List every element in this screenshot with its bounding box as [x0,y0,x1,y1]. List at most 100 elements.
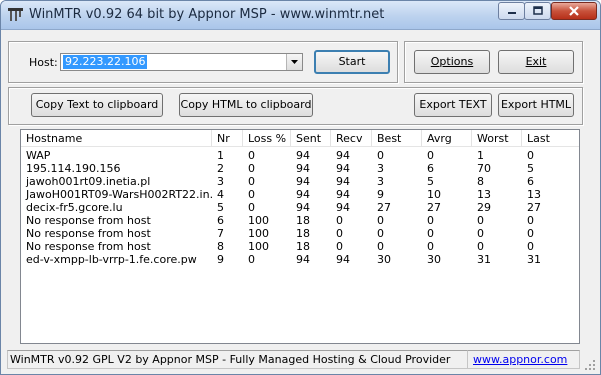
cell-recv: 94 [336,188,350,201]
cell-best: 30 [377,253,391,266]
cell-worst: 31 [477,253,491,266]
cell-recv: 0 [336,214,343,227]
maximize-icon [532,6,543,15]
cell-avrg: 30 [427,253,441,266]
column-header-nr[interactable]: Nr [212,130,243,147]
cell-recv: 94 [336,175,350,188]
cell-worst: 1 [477,149,484,162]
start-button[interactable]: Start [314,50,390,74]
cell-last: 27 [527,201,541,214]
cell-worst: 29 [477,201,491,214]
cell-avrg: 0 [427,240,434,253]
options-label: Options [430,55,474,68]
website-link[interactable]: www.appnor.com [467,350,580,369]
minimize-button[interactable] [498,2,525,20]
cell-hostname: No response from host [26,214,151,227]
cell-recv: 94 [336,253,350,266]
cell-worst: 70 [477,162,491,175]
cell-sent: 94 [296,253,310,266]
cell-nr: 7 [217,227,224,240]
cell-avrg: 6 [427,162,434,175]
cell-last: 31 [527,253,541,266]
cell-last: 0 [527,240,534,253]
cell-loss: 100 [248,214,269,227]
close-icon [569,6,579,16]
cell-nr: 8 [217,240,224,253]
column-header-worst[interactable]: Worst [472,130,522,147]
cell-sent: 94 [296,188,310,201]
cell-best: 0 [377,149,384,162]
cell-avrg: 0 [427,214,434,227]
cell-worst: 8 [477,175,484,188]
cell-hostname: WAP [26,149,51,162]
cell-nr: 4 [217,188,224,201]
resize-grip-icon[interactable] [584,359,596,371]
column-header-recv[interactable]: Recv [331,130,372,147]
column-header-avrg[interactable]: Avrg [422,130,472,147]
minimize-icon [507,12,516,14]
cell-best: 9 [377,188,384,201]
cell-avrg: 5 [427,175,434,188]
status-text: WinMTR v0.92 GPL V2 by Appnor MSP - Full… [7,350,468,369]
cell-loss: 0 [248,149,255,162]
cell-nr: 5 [217,201,224,214]
cell-hostname: No response from host [26,227,151,240]
cell-loss: 100 [248,227,269,240]
cell-sent: 94 [296,162,310,175]
cell-nr: 9 [217,253,224,266]
cell-last: 13 [527,188,541,201]
host-input-value[interactable]: 92.223.22.106 [63,55,148,69]
cell-last: 6 [527,175,534,188]
cell-recv: 94 [336,162,350,175]
cell-avrg: 10 [427,188,441,201]
cell-loss: 100 [248,240,269,253]
cell-best: 3 [377,162,384,175]
column-header-best[interactable]: Best [372,130,422,147]
cell-avrg: 27 [427,201,441,214]
cell-last: 0 [527,149,534,162]
cell-worst: 0 [477,227,484,240]
dropdown-button[interactable] [286,54,302,70]
export-html-button[interactable]: Export HTML [498,93,574,117]
host-combobox[interactable]: 92.223.22.106 [60,53,303,71]
cell-hostname: 195.114.190.156 [26,162,121,175]
cell-loss: 0 [248,162,255,175]
cell-hostname: No response from host [26,240,151,253]
cell-recv: 94 [336,201,350,214]
cell-best: 0 [377,227,384,240]
exit-button[interactable]: Exit [498,50,574,74]
cell-loss: 0 [248,188,255,201]
chevron-down-icon [291,60,298,64]
cell-loss: 0 [248,175,255,188]
cell-sent: 18 [296,240,310,253]
cell-recv: 0 [336,227,343,240]
cell-avrg: 0 [427,149,434,162]
title-bar[interactable]: WinMTR v0.92 64 bit by Appnor MSP - www.… [1,1,600,30]
close-button[interactable] [551,2,597,20]
cell-nr: 2 [217,162,224,175]
cell-recv: 94 [336,149,350,162]
cell-best: 0 [377,214,384,227]
cell-hostname: decix-fr5.gcore.lu [26,201,123,214]
column-header-sent[interactable]: Sent [291,130,331,147]
cell-worst: 0 [477,240,484,253]
cell-sent: 18 [296,227,310,240]
cell-best: 27 [377,201,391,214]
cell-sent: 18 [296,214,310,227]
copy-html-button[interactable]: Copy HTML to clipboard [179,93,313,117]
winmtr-window: WinMTR v0.92 64 bit by Appnor MSP - www.… [0,0,601,375]
copy-text-button[interactable]: Copy Text to clipboard [31,93,163,117]
cell-loss: 0 [248,253,255,266]
cell-hostname: JawoH001RT09-WarsH002RT22.in... [26,188,212,201]
cell-nr: 1 [217,149,224,162]
cell-loss: 0 [248,201,255,214]
column-header-hostname[interactable]: Hostname [21,130,212,147]
results-table[interactable]: Hostname Nr Loss % Sent Recv Best Avrg W… [20,129,580,344]
cell-best: 3 [377,175,384,188]
cell-hostname: ed-v-xmpp-lb-vrrp-1.fe.core.pw [26,253,197,266]
column-header-loss[interactable]: Loss % [243,130,291,147]
export-text-button[interactable]: Export TEXT [414,93,492,117]
maximize-button[interactable] [524,2,551,20]
column-header-last[interactable]: Last [522,130,579,147]
options-button[interactable]: Options [414,50,490,74]
